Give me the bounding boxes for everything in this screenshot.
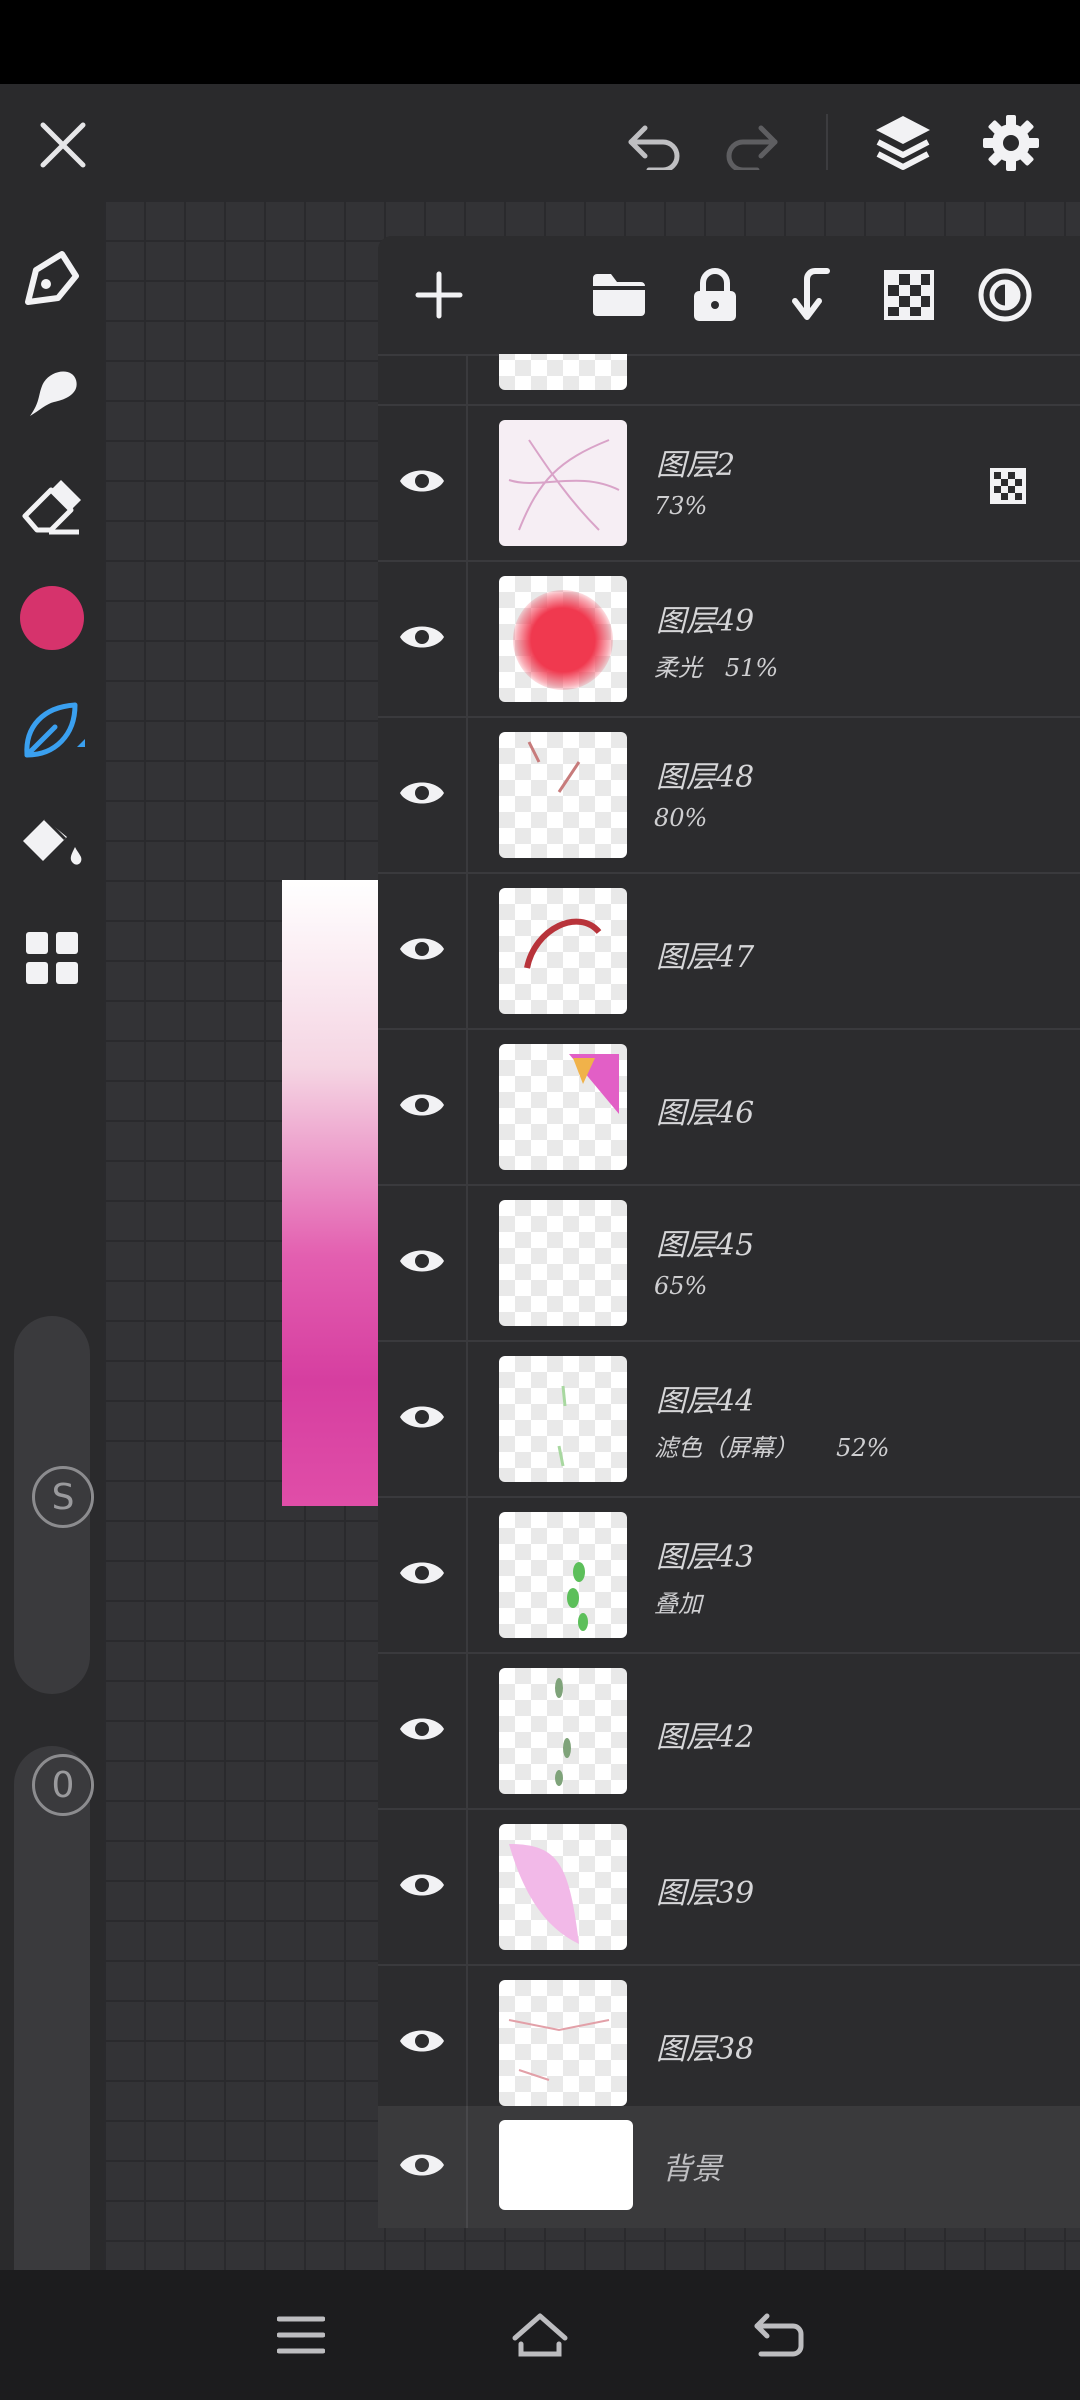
left-toolbar: S 0 [0, 200, 104, 2324]
menu-icon[interactable] [270, 2304, 332, 2366]
layer-thumbnail [499, 1200, 627, 1326]
eye-icon[interactable] [398, 2149, 446, 2185]
layer-meta: 73% [654, 492, 708, 520]
eye-column [378, 354, 468, 404]
smudge-icon[interactable] [16, 356, 88, 428]
layer-meta: 80% [654, 804, 708, 832]
opacity-slider-label: 0 [32, 1754, 94, 1816]
layer-row[interactable]: 图层46 [378, 1030, 1080, 1186]
layer-row[interactable]: 图层2 73% [378, 406, 1080, 562]
layer-name: 图层49 [656, 604, 755, 639]
eraser-icon[interactable] [16, 470, 88, 542]
size-slider-label: S [32, 1466, 94, 1528]
eye-icon[interactable] [398, 465, 446, 501]
back-icon[interactable] [748, 2304, 810, 2366]
layer-thumbnail [499, 732, 627, 858]
pen-icon[interactable] [16, 242, 88, 314]
eye-icon[interactable] [398, 933, 446, 969]
layer-name: 图层43 [656, 1540, 755, 1575]
layer-name: 图层38 [656, 2032, 755, 2067]
layer-meta: 滤色（屏幕） 52% [654, 1434, 890, 1462]
layer-thumbnail [499, 1356, 627, 1482]
eye-icon[interactable] [398, 2025, 446, 2061]
layer-list[interactable]: 图层2 73% 图层49 柔光 51% 图层48 80% 图层47 图层46 图… [378, 354, 1080, 2228]
layer-row[interactable]: 图层48 80% [378, 718, 1080, 874]
layer-row[interactable]: 图层43 叠加 [378, 1498, 1080, 1654]
clipping-badge-icon [988, 466, 1028, 506]
eye-icon[interactable] [398, 1089, 446, 1125]
layer-name: 图层2 [656, 448, 736, 483]
layer-name: 图层48 [656, 760, 755, 795]
blend-mode-icon[interactable] [974, 264, 1036, 326]
layer-thumbnail [499, 420, 627, 546]
layer-name: 图层39 [656, 1876, 755, 1911]
system-nav-bar [0, 2270, 1080, 2400]
layer-meta: 叠加 [654, 1590, 702, 1618]
layer-row[interactable]: 图层44 滤色（屏幕） 52% [378, 1342, 1080, 1498]
eye-icon[interactable] [398, 1557, 446, 1593]
undo-icon[interactable] [620, 112, 690, 178]
layer-thumbnail [499, 1824, 627, 1950]
layer-meta: 柔光 51% [654, 654, 779, 682]
layer-row-partial[interactable] [378, 354, 1080, 406]
layer-thumbnail [499, 354, 627, 390]
layer-name: 图层46 [656, 1096, 755, 1131]
opacity-slider[interactable]: 0 [14, 1746, 94, 2324]
artwork-edge [282, 880, 378, 1506]
layer-name: 背景 [662, 2152, 722, 2187]
layer-panel-actions [378, 236, 1080, 356]
layers-icon[interactable] [868, 108, 938, 178]
background-thumbnail [499, 2120, 633, 2210]
toolbar-divider [826, 114, 828, 170]
layer-name: 图层45 [656, 1228, 755, 1263]
layer-thumbnail [499, 1512, 627, 1638]
layer-name: 图层47 [656, 940, 755, 975]
layer-row[interactable]: 图层45 65% [378, 1186, 1080, 1342]
eye-icon[interactable] [398, 1713, 446, 1749]
layer-row[interactable]: 图层47 [378, 874, 1080, 1030]
gear-icon[interactable] [976, 108, 1046, 178]
folder-icon[interactable] [588, 264, 650, 326]
add-layer-icon[interactable] [408, 264, 470, 326]
eye-icon[interactable] [398, 1869, 446, 1905]
color-swatch[interactable] [16, 582, 88, 654]
layer-row[interactable]: 图层39 [378, 1810, 1080, 1966]
layer-thumbnail [499, 1668, 627, 1794]
layer-meta: 65% [654, 1272, 708, 1300]
layer-row[interactable]: 图层49 柔光 51% [378, 562, 1080, 718]
eye-column [378, 2106, 468, 2228]
home-icon[interactable] [508, 2304, 572, 2366]
brush-icon[interactable] [16, 694, 88, 766]
eye-icon[interactable] [398, 1245, 446, 1281]
layer-row[interactable]: 图层38 [378, 1966, 1080, 2122]
layer-row[interactable]: 图层42 [378, 1654, 1080, 1810]
eye-icon[interactable] [398, 621, 446, 657]
layer-name: 图层44 [656, 1384, 755, 1419]
eye-icon[interactable] [398, 1401, 446, 1437]
eye-icon[interactable] [398, 777, 446, 813]
lock-icon[interactable] [684, 264, 746, 326]
close-icon[interactable] [30, 112, 96, 178]
layer-name: 图层42 [656, 1720, 755, 1755]
layer-thumbnail [499, 576, 627, 702]
layer-thumbnail [499, 1980, 627, 2106]
top-toolbar [0, 84, 1080, 200]
merge-down-icon[interactable] [780, 264, 842, 326]
layer-thumbnail [499, 888, 627, 1014]
transparency-icon[interactable] [878, 264, 940, 326]
redo-icon[interactable] [716, 112, 786, 178]
fill-bucket-icon[interactable] [16, 808, 88, 880]
size-slider[interactable]: S [14, 1316, 94, 1694]
background-layer-row[interactable]: 背景 [378, 2106, 1080, 2228]
gallery-icon[interactable] [16, 922, 88, 994]
status-bar [0, 0, 1080, 84]
layer-thumbnail [499, 1044, 627, 1170]
